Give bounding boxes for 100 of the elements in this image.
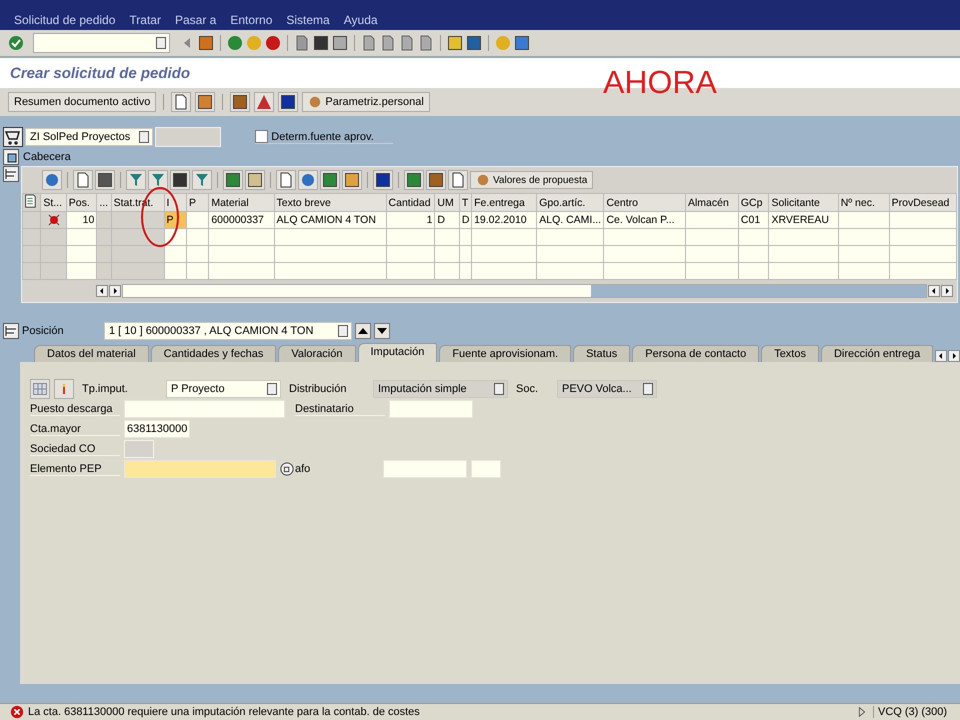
column-header[interactable]: ... — [96, 194, 112, 212]
field-label: Sociedad CO — [30, 442, 120, 456]
column-header[interactable]: UM — [434, 194, 460, 212]
company-dropdown[interactable]: PEVO Volca... — [557, 380, 657, 398]
table-cell — [434, 246, 460, 262]
page-icon[interactable] — [361, 35, 377, 51]
table-cell — [738, 262, 769, 280]
section-label: Cabecera — [23, 150, 71, 162]
check-icon[interactable] — [8, 35, 24, 51]
tab[interactable]: Imputación — [358, 343, 438, 362]
items-icon[interactable] — [3, 166, 19, 182]
table-cell — [685, 246, 738, 262]
table-cell — [386, 246, 435, 262]
cancel-icon[interactable] — [265, 35, 281, 51]
tab[interactable]: Cantidades y fechas — [150, 345, 276, 362]
column-header[interactable]: Almacén — [685, 194, 738, 212]
select-all-icon[interactable] — [24, 194, 37, 208]
column-header[interactable]: ProvDesead — [889, 194, 956, 212]
search-help-icon[interactable] — [280, 462, 294, 476]
settings-button[interactable]: Parametriz.personal — [302, 92, 430, 112]
table-cell — [838, 246, 890, 262]
controlling-area-field[interactable] — [124, 440, 154, 458]
menu-item[interactable]: Ayuda — [344, 13, 378, 27]
tab[interactable]: Datos del material — [34, 345, 149, 362]
text-field[interactable] — [383, 460, 467, 478]
table-cell — [434, 262, 460, 280]
scroll-left-icon[interactable] — [935, 350, 948, 362]
distribution-dropdown[interactable]: Imputación simple — [373, 380, 508, 398]
wbs-element-field[interactable] — [124, 460, 276, 478]
warning-icon[interactable] — [254, 92, 274, 112]
column-header[interactable]: St... — [40, 194, 66, 212]
column-header[interactable]: Solicitante — [768, 194, 838, 212]
menu-item[interactable]: Pasar a — [174, 13, 216, 27]
recipient-field[interactable] — [389, 400, 473, 418]
column-header[interactable]: Nº nec. — [838, 194, 890, 212]
field-label: afo — [295, 463, 312, 475]
page-icon[interactable] — [399, 35, 415, 51]
default-values-button[interactable]: Valores de propuesta — [470, 171, 594, 189]
tab[interactable]: Fuente aprovisionam. — [439, 345, 572, 362]
column-header[interactable]: Texto breve — [274, 194, 386, 212]
marker-icon[interactable] — [54, 379, 74, 399]
menu-item[interactable]: Sistema — [286, 13, 330, 27]
column-header[interactable]: Centro — [604, 194, 686, 212]
filter-icon[interactable] — [192, 170, 212, 190]
column-header[interactable]: Fe.entrega — [472, 194, 537, 212]
scroll-right-icon[interactable] — [109, 285, 121, 297]
scroll-left-icon[interactable] — [96, 285, 108, 297]
column-header[interactable]: Gpo.artíc. — [536, 194, 604, 212]
field-label: Cta.mayor — [30, 422, 120, 436]
document-number-field[interactable] — [155, 127, 222, 147]
table-cell — [889, 246, 956, 262]
tab[interactable]: Dirección entrega — [820, 345, 934, 362]
scroll-right-icon[interactable] — [948, 350, 960, 362]
items-icon[interactable] — [3, 323, 19, 339]
cart-icon[interactable] — [3, 127, 23, 147]
page-icon[interactable] — [448, 170, 468, 190]
checkbox[interactable] — [255, 130, 268, 143]
table-cell — [889, 262, 956, 280]
column-header[interactable]: GCp — [738, 194, 769, 212]
page-icon[interactable] — [380, 35, 396, 51]
column-header[interactable]: Material — [208, 194, 274, 212]
overview-button[interactable]: Resumen documento activo — [8, 92, 156, 112]
grid-icon[interactable] — [30, 379, 50, 399]
filter-icon[interactable] — [148, 170, 168, 190]
table-cell — [164, 262, 186, 280]
gl-account-field[interactable]: 6381130000 — [124, 420, 190, 438]
table-cell — [40, 262, 66, 280]
table-cell — [40, 246, 66, 262]
command-field[interactable] — [33, 33, 170, 53]
column-header[interactable]: Cantidad — [386, 194, 435, 212]
column-header[interactable]: T — [459, 194, 472, 212]
table-cell: C01 — [738, 212, 769, 228]
menu-item[interactable]: Solicitud de pedido — [14, 13, 116, 27]
column-header[interactable]: P — [186, 194, 209, 212]
annotation-text: AHORA — [603, 64, 717, 100]
tab[interactable]: Persona de contacto — [632, 345, 760, 362]
tab[interactable]: Valoración — [278, 345, 356, 362]
table-cell — [386, 262, 435, 280]
header-icon[interactable] — [3, 148, 19, 164]
menu-item[interactable]: Tratar — [129, 13, 161, 27]
table-cell: 1 — [386, 212, 435, 228]
unloading-point-field[interactable] — [124, 400, 285, 418]
position-dropdown[interactable]: 1 [ 10 ] 600000337 , ALQ CAMION 4 TON — [104, 322, 352, 340]
table-cell — [208, 246, 274, 262]
scroll-left-icon[interactable] — [928, 285, 940, 297]
column-header[interactable]: Pos. — [66, 194, 97, 212]
field-label: Distribución — [288, 383, 348, 395]
document-icon[interactable] — [171, 92, 192, 112]
page-icon[interactable] — [418, 35, 434, 51]
table-cell — [459, 262, 472, 280]
menu-item[interactable]: Entorno — [230, 13, 272, 27]
tab[interactable]: Status — [573, 345, 630, 362]
horizontal-scrollbar[interactable] — [96, 284, 953, 298]
account-type-dropdown[interactable]: P Proyecto — [166, 380, 281, 398]
text-field[interactable] — [471, 460, 501, 478]
tab[interactable]: Textos — [761, 345, 819, 362]
table-cell — [111, 246, 164, 262]
table-cell: Ce. Volcan P... — [604, 212, 686, 228]
scroll-right-icon[interactable] — [941, 285, 953, 297]
document-type-dropdown[interactable]: ZI SolPed Proyectos — [25, 128, 154, 146]
